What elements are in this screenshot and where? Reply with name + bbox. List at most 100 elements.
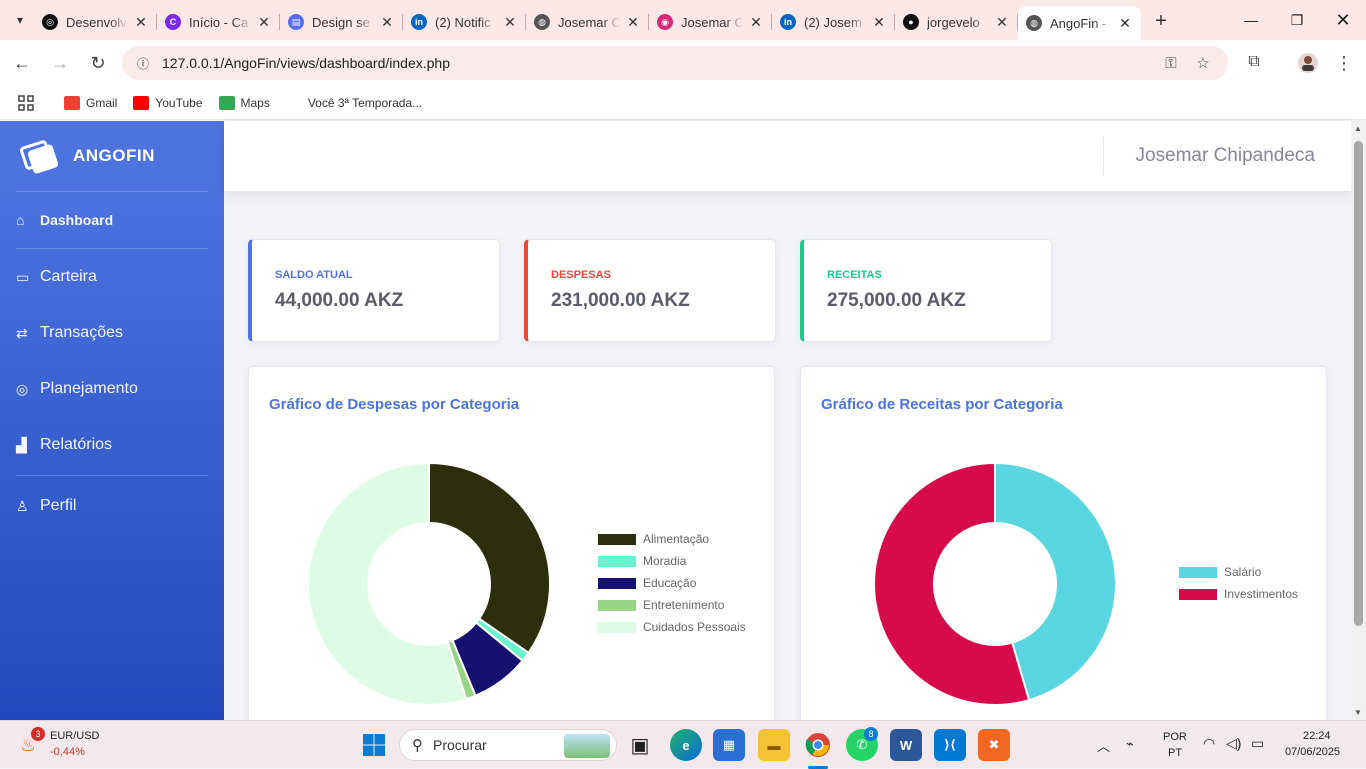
gmail-icon	[64, 95, 80, 110]
scroll-down-arrow-icon[interactable]: ▼	[1354, 708, 1362, 717]
expenses-chart-card: Gráfico de Despesas por Categoria Alimen…	[248, 366, 775, 726]
sidebar-item-planejamento[interactable]: ◎ Planejamento	[0, 361, 224, 417]
url-text[interactable]: 127.0.0.1/AngoFin/views/dashboard/index.…	[162, 55, 450, 71]
legend-swatch[interactable]	[598, 578, 636, 589]
back-arrow-icon[interactable]: ←	[4, 45, 40, 81]
close-tab-icon[interactable]: ✕	[1117, 15, 1133, 32]
browser-menu-icon[interactable]: ⋮	[1328, 47, 1360, 79]
password-key-icon[interactable]: ⚿	[1156, 46, 1186, 80]
tab-strip: ◎ Desenvolv ✕ C Início - Ca ✕ ▤ Design se ✕ in (2)…	[34, 0, 1141, 40]
legend-swatch[interactable]	[1179, 589, 1217, 600]
close-window-icon[interactable]: ✕	[1320, 0, 1366, 40]
close-tab-icon[interactable]: ✕	[379, 14, 395, 31]
close-tab-icon[interactable]: ✕	[871, 14, 887, 31]
legend-label[interactable]: Investimentos	[1224, 587, 1298, 601]
sidebar-item-carteira[interactable]: ▭ Carteira	[0, 249, 224, 305]
hidden-icons-chevron-icon[interactable]: ︿	[1097, 736, 1110, 755]
bookmark-label: Gmail	[86, 95, 118, 110]
restore-icon[interactable]: ❐	[1274, 0, 1320, 40]
donut-slice[interactable]	[428, 461, 551, 655]
legend-label[interactable]: Salário	[1224, 565, 1262, 579]
browser-tab[interactable]: ▤ Design se ✕	[280, 6, 403, 38]
file-explorer-icon[interactable]: ▬	[758, 729, 790, 761]
forward-arrow-icon[interactable]: →	[42, 45, 78, 81]
sidebar-item-perfil[interactable]: ♙ Perfil	[0, 478, 224, 534]
profile-avatar[interactable]	[1292, 47, 1324, 79]
close-tab-icon[interactable]: ✕	[994, 14, 1010, 31]
brand[interactable]: ANGOFIN	[0, 121, 224, 191]
windows-taskbar: ♨ 3 EUR/USD -0,44% ⚲ Procurar ▣ e ▦ ▬ ✆ …	[0, 720, 1366, 769]
stat-value: 231,000.00 AKZ	[551, 290, 690, 311]
legend-label[interactable]: Educação	[643, 576, 697, 590]
sidebar-item-label: Transações	[40, 324, 123, 341]
browser-tab[interactable]: ◍ Josemar C ✕	[526, 6, 649, 38]
browser-tab[interactable]: ● jorgevelo ✕	[895, 6, 1018, 38]
sidebar-item-transacoes[interactable]: ⇄ Transações	[0, 305, 224, 361]
chrome-icon[interactable]	[802, 729, 834, 761]
widget-badge: 3	[31, 727, 45, 741]
legend-label[interactable]: Moradia	[643, 554, 687, 568]
legend-label[interactable]: Alimentação	[643, 532, 709, 546]
bookmark-item[interactable]: Você 3ª Temporada...	[285, 95, 422, 110]
wifi-icon[interactable]: ◠	[1203, 735, 1215, 752]
legend-label[interactable]: Cuidados Pessoais	[643, 620, 746, 634]
clock-time[interactable]: 22:24	[1303, 730, 1331, 742]
omnibox[interactable]: ⓘ 127.0.0.1/AngoFin/views/dashboard/inde…	[122, 46, 1228, 80]
scroll-up-arrow-icon[interactable]: ▲	[1354, 124, 1362, 133]
reload-icon[interactable]: ↻	[80, 45, 116, 81]
stat-label: RECEITAS	[827, 269, 882, 281]
minimize-icon[interactable]: —	[1228, 0, 1274, 40]
browser-tab[interactable]: in (2) Josem ✕	[772, 6, 895, 38]
word-icon[interactable]: W	[890, 729, 922, 761]
task-view-icon[interactable]: ▣	[624, 729, 656, 761]
close-tab-icon[interactable]: ✕	[133, 14, 149, 31]
wallet-icon: ▭	[16, 268, 30, 285]
browser-tab[interactable]: ◉ Josemar C ✕	[649, 6, 772, 38]
browser-tab[interactable]: ◍ AngoFin - ✕	[1018, 6, 1141, 40]
volume-icon[interactable]: ◁)	[1226, 735, 1241, 752]
page-icon	[285, 95, 302, 110]
sidebar-item-dashboard[interactable]: ⌂ Dashboard	[0, 192, 224, 248]
browser-tab[interactable]: C Início - Ca ✕	[157, 6, 280, 38]
globe-icon: ◍	[534, 14, 550, 30]
user-name[interactable]: Josemar Chipandeca	[1135, 145, 1315, 167]
network-offline-icon[interactable]: ⌁	[1126, 736, 1134, 752]
extensions-puzzle-icon[interactable]: ⧉	[1238, 46, 1270, 78]
sidebar-item-relatorios[interactable]: ▟ Relatórios	[0, 417, 224, 473]
legend-swatch[interactable]	[1179, 567, 1217, 578]
stat-card: DESPESAS 231,000.00 AKZ	[524, 239, 776, 342]
tab-title: jorgevelo	[927, 14, 980, 30]
bookmark-item[interactable]: Gmail	[64, 95, 118, 110]
bookmark-item[interactable]: Maps	[218, 95, 270, 110]
language-line1[interactable]: POR	[1163, 731, 1187, 743]
windows-start-icon[interactable]	[358, 729, 390, 761]
close-tab-icon[interactable]: ✕	[625, 14, 641, 31]
browser-tab[interactable]: in (2) Notific ✕	[403, 6, 526, 38]
language-line2[interactable]: PT	[1168, 747, 1182, 759]
close-tab-icon[interactable]: ✕	[748, 14, 764, 31]
currency-pair[interactable]: EUR/USD	[50, 730, 100, 742]
battery-icon[interactable]: ▭	[1251, 735, 1264, 752]
scroll-thumb[interactable]	[1354, 141, 1363, 626]
site-info-icon[interactable]: ⓘ	[128, 55, 158, 72]
browser-tab[interactable]: ◎ Desenvolv ✕	[34, 6, 157, 38]
bookmark-item[interactable]: YouTube	[133, 95, 203, 110]
vscode-icon[interactable]: ⟩⟨	[934, 729, 966, 761]
tab-search-chevron-icon[interactable]: ▾	[6, 6, 34, 34]
page-scrollbar[interactable]: ▲ ▼	[1351, 121, 1366, 720]
legend-label[interactable]: Entretenimento	[643, 598, 725, 612]
microsoft-store-icon[interactable]: ▦	[713, 729, 745, 761]
close-tab-icon[interactable]: ✕	[502, 14, 518, 31]
legend-swatch[interactable]	[598, 556, 636, 567]
edge-browser-icon[interactable]: e	[670, 729, 702, 761]
legend-swatch[interactable]	[598, 622, 636, 633]
new-tab-plus-icon[interactable]: +	[1147, 7, 1175, 35]
taskbar-search[interactable]: ⚲ Procurar	[399, 729, 617, 761]
xampp-icon[interactable]: ✖	[978, 729, 1010, 761]
bookmark-star-icon[interactable]: ☆	[1188, 46, 1218, 80]
legend-swatch[interactable]	[598, 534, 636, 545]
close-tab-icon[interactable]: ✕	[256, 14, 272, 31]
clock-date[interactable]: 07/06/2025	[1285, 746, 1340, 758]
legend-swatch[interactable]	[598, 600, 636, 611]
apps-grid-icon[interactable]	[18, 94, 34, 111]
